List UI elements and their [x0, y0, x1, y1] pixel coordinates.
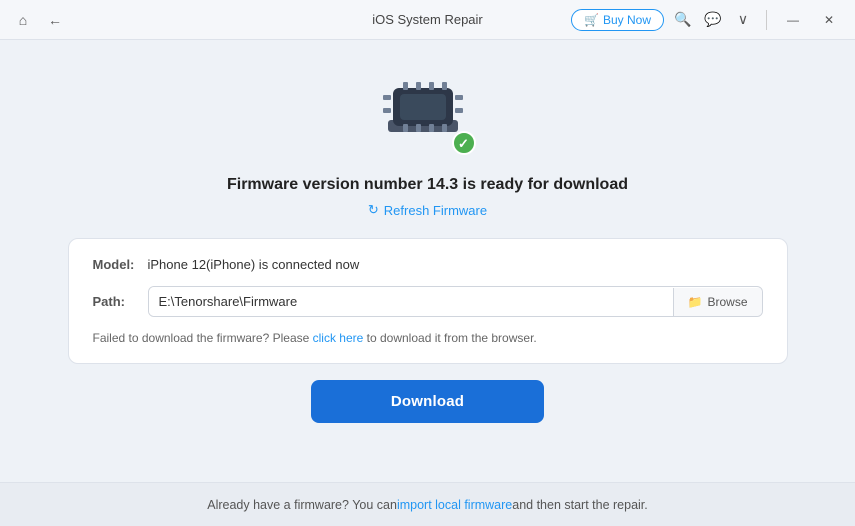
path-label: Path:: [93, 294, 148, 309]
chevron-down-icon[interactable]: ∨: [732, 9, 754, 31]
click-here-link[interactable]: click here: [313, 331, 364, 345]
home-icon[interactable]: ⌂: [12, 9, 34, 31]
import-local-firmware-link[interactable]: import local firmware: [397, 498, 512, 512]
main-content: Firmware version number 14.3 is ready fo…: [0, 40, 855, 482]
buy-now-label: Buy Now: [603, 13, 651, 27]
footer: Already have a firmware? You can import …: [0, 482, 855, 526]
titlebar: ⌂ ← iOS System Repair 🛒 Buy Now 🔍 💬 ∨ — …: [0, 0, 855, 40]
path-input[interactable]: [149, 287, 673, 316]
footer-text-after: and then start the repair.: [512, 498, 648, 512]
minimize-button[interactable]: —: [779, 6, 807, 34]
browse-label: Browse: [707, 295, 747, 309]
chip-icon: [378, 70, 468, 145]
error-text-before: Failed to download the firmware? Please: [93, 331, 313, 345]
model-label: Model:: [93, 257, 148, 272]
titlebar-right: 🛒 Buy Now 🔍 💬 ∨ — ✕: [571, 6, 843, 34]
titlebar-left: ⌂ ←: [12, 9, 66, 31]
path-input-wrap: 📁 Browse: [148, 286, 763, 317]
close-button[interactable]: ✕: [815, 6, 843, 34]
firmware-title: Firmware version number 14.3 is ready fo…: [227, 176, 628, 194]
device-icon-area: [378, 70, 478, 160]
search-icon[interactable]: 🔍: [672, 9, 694, 31]
download-button[interactable]: Download: [311, 380, 544, 423]
model-value: iPhone 12(iPhone) is connected now: [148, 257, 360, 272]
divider: [766, 10, 767, 30]
browse-button[interactable]: 📁 Browse: [673, 288, 762, 316]
check-badge: [452, 131, 476, 155]
model-row: Model: iPhone 12(iPhone) is connected no…: [93, 257, 763, 272]
back-icon[interactable]: ←: [44, 9, 66, 31]
folder-icon: 📁: [688, 295, 703, 309]
buy-now-button[interactable]: 🛒 Buy Now: [571, 9, 664, 31]
footer-text-before: Already have a firmware? You can: [207, 498, 397, 512]
info-card: Model: iPhone 12(iPhone) is connected no…: [68, 238, 788, 364]
path-row: Path: 📁 Browse: [93, 286, 763, 317]
app-title: iOS System Repair: [372, 12, 483, 27]
error-row: Failed to download the firmware? Please …: [93, 331, 763, 345]
refresh-icon: ↻: [368, 202, 379, 218]
refresh-firmware-link[interactable]: ↻ Refresh Firmware: [368, 202, 487, 218]
refresh-label: Refresh Firmware: [384, 203, 487, 218]
cart-icon: 🛒: [584, 13, 599, 27]
chat-icon[interactable]: 💬: [702, 9, 724, 31]
error-text-after: to download it from the browser.: [363, 331, 536, 345]
